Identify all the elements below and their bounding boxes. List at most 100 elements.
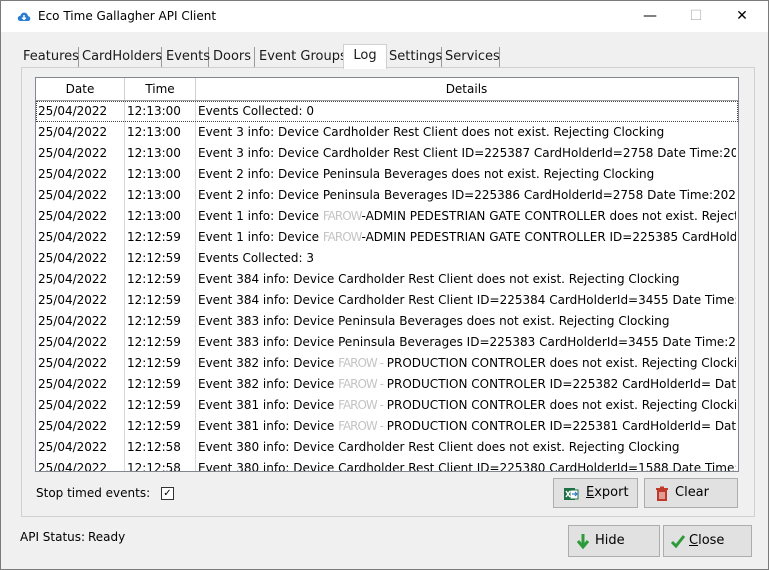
time-cell: 12:12:59 — [127, 251, 181, 265]
table-row[interactable]: 25/04/2022 12:12:59 Event 384 info: Device… — [36, 269, 738, 290]
export-label: Export — [586, 479, 629, 507]
date-cell: 25/04/2022 — [38, 125, 108, 139]
table-row[interactable]: 25/04/2022 12:12:59 Event 383 info: Device… — [36, 311, 738, 332]
time-cell: 12:12:59 — [127, 272, 181, 286]
table-row[interactable]: 25/04/2022 12:12:59 Event 383 info: Device… — [36, 332, 738, 353]
details-text: Event 382 info: Device — [198, 356, 339, 370]
close-icon: ✕ — [736, 8, 748, 24]
redacted-device-name: FAROW - — [338, 398, 384, 412]
details-cell: Event 381 info: Device FAROW - PRODUCTIO… — [198, 416, 736, 437]
details-cell: Event 1 info: Device FAROW-ADMIN PEDESTR… — [198, 227, 736, 248]
date-cell: 25/04/2022 — [38, 377, 108, 391]
clear-button[interactable]: Clear — [644, 478, 738, 508]
log-grid[interactable]: Date Time Details 25/04/2022 12:13:00 Even… — [35, 77, 739, 472]
time-cell: 12:12:59 — [127, 314, 181, 328]
time-cell: 12:13:00 — [127, 125, 181, 139]
details-cell: Event 2 info: Device Peninsula Beverages… — [198, 164, 736, 185]
time-cell: 12:12:58 — [127, 461, 181, 472]
close-button[interactable]: Close — [663, 525, 752, 557]
details-text: Event 1 info: Device — [198, 209, 323, 223]
table-row[interactable]: 25/04/2022 12:12:59 Event 381 info: Device… — [36, 416, 738, 437]
details-text: Event 383 info: Device Peninsula Beverag… — [198, 314, 670, 328]
details-text: Event 2 info: Device Peninsula Beverages… — [198, 167, 655, 181]
close-rest: lose — [698, 533, 725, 548]
redacted-device-name: FAROW - — [338, 377, 384, 391]
export-button[interactable]: Export — [553, 478, 638, 508]
minimize-icon: — — [643, 8, 657, 24]
details-text: Event 2 info: Device Peninsula Beverages… — [198, 188, 736, 202]
stop-timed-events-label: Stop timed events: — [36, 486, 151, 500]
date-cell: 25/04/2022 — [38, 104, 108, 118]
table-row[interactable]: 25/04/2022 12:13:00 Event 3 info: Device C… — [36, 143, 738, 164]
date-cell: 25/04/2022 — [38, 146, 108, 160]
table-row[interactable]: 25/04/2022 12:13:00 Events Collected: 0 — [36, 101, 738, 122]
date-cell: 25/04/2022 — [38, 188, 108, 202]
details-text: Event 380 info: Device Cardholder Rest C… — [198, 461, 736, 472]
date-cell: 25/04/2022 — [38, 230, 108, 244]
hide-button[interactable]: Hide — [568, 525, 660, 557]
date-cell: 25/04/2022 — [38, 167, 108, 181]
table-row[interactable]: 25/04/2022 12:13:00 Event 2 info: Device P… — [36, 185, 738, 206]
column-header-date[interactable]: Date — [36, 78, 125, 100]
tab-settings[interactable]: Settings — [387, 47, 442, 67]
details-cell: Events Collected: 3 — [198, 248, 736, 269]
details-cell: Event 383 info: Device Peninsula Beverag… — [198, 332, 736, 353]
tab-events[interactable]: Events — [164, 47, 210, 67]
details-cell: Event 382 info: Device FAROW - PRODUCTIO… — [198, 374, 736, 395]
details-text: Event 384 info: Device Cardholder Rest C… — [198, 293, 736, 307]
details-text: Event 3 info: Device Cardholder Rest Cli… — [198, 146, 736, 160]
details-cell: Event 3 info: Device Cardholder Rest Cli… — [198, 122, 736, 143]
date-cell: 25/04/2022 — [38, 314, 108, 328]
time-cell: 12:13:00 — [127, 146, 181, 160]
redacted-device-name: FAROW — [322, 209, 363, 223]
table-row[interactable]: 25/04/2022 12:12:59 Event 384 info: Device… — [36, 290, 738, 311]
details-text: Event 381 info: Device — [198, 419, 339, 433]
export-mnemonic: E — [586, 485, 595, 500]
tab-event-groups[interactable]: Event Groups — [257, 47, 347, 67]
column-header-details[interactable]: Details — [196, 78, 737, 100]
time-cell: 12:12:59 — [127, 419, 181, 433]
table-row[interactable]: 25/04/2022 12:12:59 Events Collected: 3 — [36, 248, 738, 269]
table-row[interactable]: 25/04/2022 12:12:59 Event 382 info: Device… — [36, 374, 738, 395]
details-cell: Event 384 info: Device Cardholder Rest C… — [198, 290, 736, 311]
date-cell: 25/04/2022 — [38, 335, 108, 349]
date-cell: 25/04/2022 — [38, 293, 108, 307]
table-row[interactable]: 25/04/2022 12:13:00 Event 3 info: Device C… — [36, 122, 738, 143]
minimize-button[interactable]: — — [627, 1, 673, 32]
tab-doors[interactable]: Doors — [211, 47, 255, 67]
close-window-button[interactable]: ✕ — [719, 1, 765, 32]
details-text: Event 3 info: Device Cardholder Rest Cli… — [198, 125, 665, 139]
time-cell: 12:12:59 — [127, 398, 181, 412]
table-row[interactable]: 25/04/2022 12:12:58 Event 380 info: Device… — [36, 458, 738, 472]
window-title: Eco Time Gallagher API Client — [38, 9, 217, 23]
table-row[interactable]: 25/04/2022 12:12:59 Event 381 info: Device… — [36, 395, 738, 416]
details-text: Event 1 info: Device — [198, 230, 323, 244]
maximize-button[interactable]: ☐ — [673, 1, 719, 32]
details-text: Event 384 info: Device Cardholder Rest C… — [198, 272, 680, 286]
tab-log[interactable]: Log — [343, 44, 387, 69]
column-header-time[interactable]: Time — [125, 78, 196, 100]
stop-timed-events-checkbox[interactable]: ✓ — [161, 487, 174, 500]
title-bar[interactable]: Eco Time Gallagher API Client — ☐ ✕ — [1, 1, 768, 32]
cloud-download-icon — [17, 12, 31, 21]
details-text-rest: -ADMIN PEDESTRIAN GATE CONTROLLER ID=225… — [361, 230, 736, 244]
table-row[interactable]: 25/04/2022 12:12:58 Event 380 info: Device… — [36, 437, 738, 458]
date-cell: 25/04/2022 — [38, 251, 108, 265]
trash-icon — [656, 486, 668, 501]
table-row[interactable]: 25/04/2022 12:13:00 Event 1 info: Device F… — [36, 206, 738, 227]
details-text-rest: -ADMIN PEDESTRIAN GATE CONTROLLER does n… — [361, 209, 736, 223]
table-row[interactable]: 25/04/2022 12:12:59 Event 382 info: Device… — [36, 353, 738, 374]
api-status-label: API Status: — [20, 530, 86, 544]
tab-features[interactable]: Features — [21, 47, 79, 67]
details-text: Event 380 info: Device Cardholder Rest C… — [198, 440, 680, 454]
details-text-rest: PRODUCTION CONTROLER does not exist. Rej… — [382, 356, 736, 370]
time-cell: 12:12:59 — [127, 230, 181, 244]
tab-cardholders[interactable]: CardHolders — [80, 47, 162, 67]
tab-services[interactable]: Services — [443, 47, 500, 67]
date-cell: 25/04/2022 — [38, 209, 108, 223]
details-text-rest: PRODUCTION CONTROLER does not exist. Rej… — [382, 398, 736, 412]
clear-label: Clear — [675, 485, 709, 500]
table-row[interactable]: 25/04/2022 12:12:59 Event 1 info: Device F… — [36, 227, 738, 248]
redacted-device-name: FAROW — [322, 230, 363, 244]
table-row[interactable]: 25/04/2022 12:13:00 Event 2 info: Device P… — [36, 164, 738, 185]
